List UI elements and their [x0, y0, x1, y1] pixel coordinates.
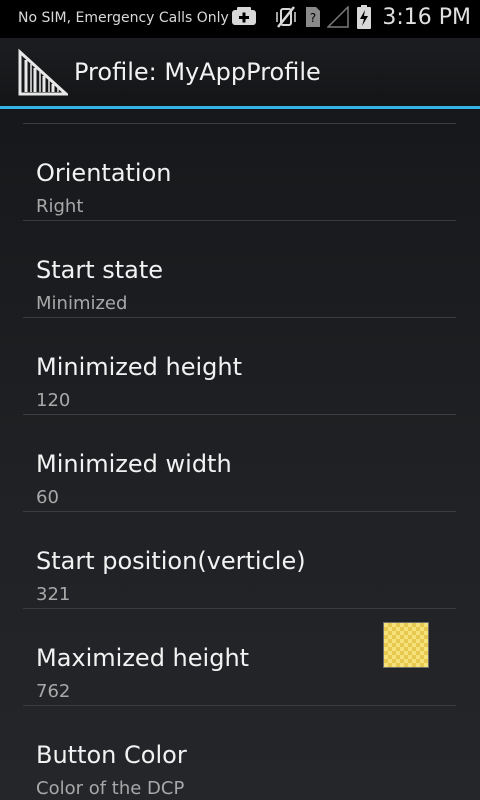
- pref-start-position-vertical[interactable]: Start position(verticle) 321: [0, 512, 480, 609]
- carrier-text: No SIM, Emergency Calls Only: [18, 10, 229, 26]
- pref-minimized-height[interactable]: Minimized height 120: [0, 318, 480, 415]
- pref-summary: 60: [36, 487, 59, 508]
- svg-text:?: ?: [310, 11, 316, 25]
- pref-summary: 762: [36, 681, 71, 702]
- preference-list[interactable]: Orientation Right Start state Minimized …: [0, 109, 480, 800]
- signal-icon: [326, 5, 349, 32]
- pref-start-state[interactable]: Start state Minimized: [0, 221, 480, 318]
- pref-summary: Minimized: [36, 293, 128, 314]
- no-sim-icon: ?: [305, 6, 321, 32]
- pref-title: Start state: [36, 256, 164, 284]
- pref-title: Start position(verticle): [36, 547, 306, 575]
- pref-title: Maximized height: [36, 644, 250, 672]
- battery-charging-icon: [357, 5, 371, 33]
- pref-minimized-width[interactable]: Minimized width 60: [0, 415, 480, 512]
- pref-summary: 321: [36, 584, 71, 605]
- pref-title: Orientation: [36, 159, 172, 187]
- pref-orientation[interactable]: Orientation Right: [0, 124, 480, 221]
- action-bar-title: Profile: MyAppProfile: [74, 58, 321, 86]
- barcode-app-icon[interactable]: [18, 48, 70, 98]
- status-bar: No SIM, Emergency Calls Only ? 3:16 PM: [0, 0, 480, 38]
- status-icons: ?: [231, 5, 371, 33]
- usb-debug-icon: [231, 7, 257, 31]
- pref-summary: 120: [36, 390, 71, 411]
- clock: 3:16 PM: [382, 5, 471, 30]
- pref-title: Minimized width: [36, 450, 232, 478]
- pref-button-color[interactable]: Button Color Color of the DCP: [0, 706, 480, 800]
- button-color-swatch[interactable]: [383, 622, 429, 668]
- pref-summary: Right: [36, 196, 84, 217]
- pref-title: Minimized height: [36, 353, 243, 381]
- vibrate-off-icon: [275, 5, 297, 33]
- action-bar: Profile: MyAppProfile: [0, 38, 480, 106]
- pref-title: Button Color: [36, 741, 187, 769]
- pref-summary: Color of the DCP: [36, 778, 185, 799]
- screen: No SIM, Emergency Calls Only ? 3:16 PM P…: [0, 0, 480, 800]
